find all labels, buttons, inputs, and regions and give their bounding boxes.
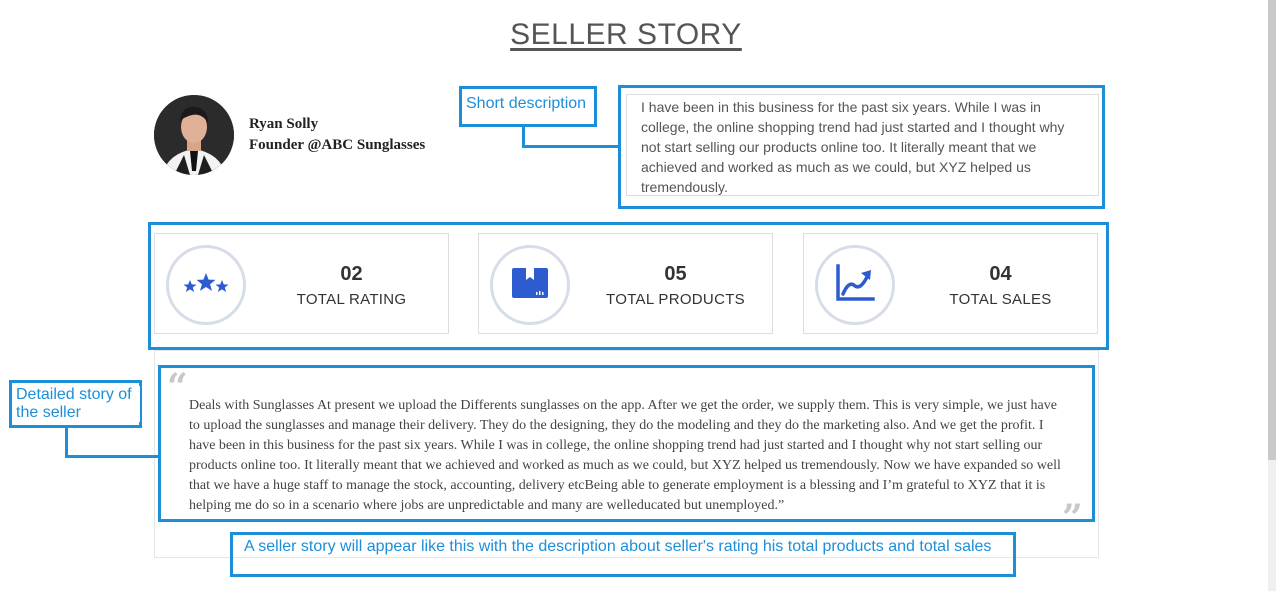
annotation-connector bbox=[522, 126, 525, 147]
scrollbar-thumb[interactable] bbox=[1268, 0, 1276, 460]
annotation-label-short-description: Short description bbox=[466, 95, 587, 113]
annotation-label-detailed-story: Detailed story of the seller bbox=[16, 386, 140, 422]
annotation-caption: A seller story will appear like this wit… bbox=[244, 538, 992, 556]
annotation-connector bbox=[522, 145, 619, 148]
annotation-box-description bbox=[618, 85, 1105, 209]
annotation-box-stats bbox=[148, 222, 1109, 350]
page-title: SELLER STORY bbox=[510, 18, 742, 51]
annotation-connector bbox=[65, 427, 68, 458]
seller-role: Founder @ABC Sunglasses bbox=[249, 137, 426, 153]
annotation-box-story bbox=[158, 365, 1095, 522]
avatar bbox=[154, 95, 234, 175]
annotation-connector bbox=[65, 455, 160, 458]
seller-name: Ryan Solly bbox=[249, 116, 319, 132]
scrollbar[interactable] bbox=[1268, 0, 1276, 591]
